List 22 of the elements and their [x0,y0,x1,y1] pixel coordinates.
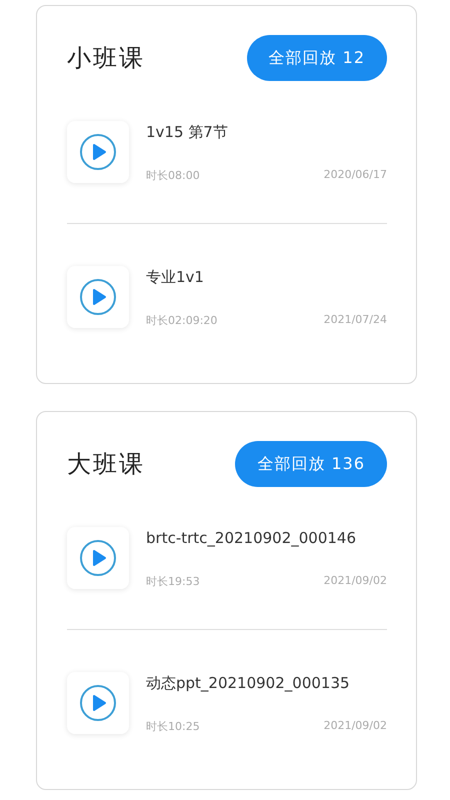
section-title: 小班课 [67,43,145,74]
video-title[interactable]: brtc-trtc_20210902_000146 [146,529,387,547]
video-thumbnail[interactable] [67,266,129,328]
video-date: 2021/09/02 [324,719,387,734]
video-title[interactable]: 动态ppt_20210902_000135 [146,674,387,693]
video-title[interactable]: 专业1v1 [146,268,387,287]
section-title: 大班课 [67,449,145,480]
video-thumbnail[interactable] [67,527,129,589]
video-date: 2021/07/24 [324,313,387,328]
video-duration: 时长19:53 [146,574,200,589]
video-thumbnail[interactable] [67,672,129,734]
video-title[interactable]: 1v15 第7节 [146,123,387,142]
play-icon [79,278,117,316]
video-duration: 时长10:25 [146,719,200,734]
video-duration: 时长02:09:20 [146,313,218,328]
play-icon [79,539,117,577]
video-thumbnail[interactable] [67,121,129,183]
video-duration: 时长08:00 [146,168,200,183]
video-date: 2021/09/02 [324,574,387,589]
play-icon [79,684,117,722]
play-icon [79,133,117,171]
video-date: 2020/06/17 [324,168,387,183]
